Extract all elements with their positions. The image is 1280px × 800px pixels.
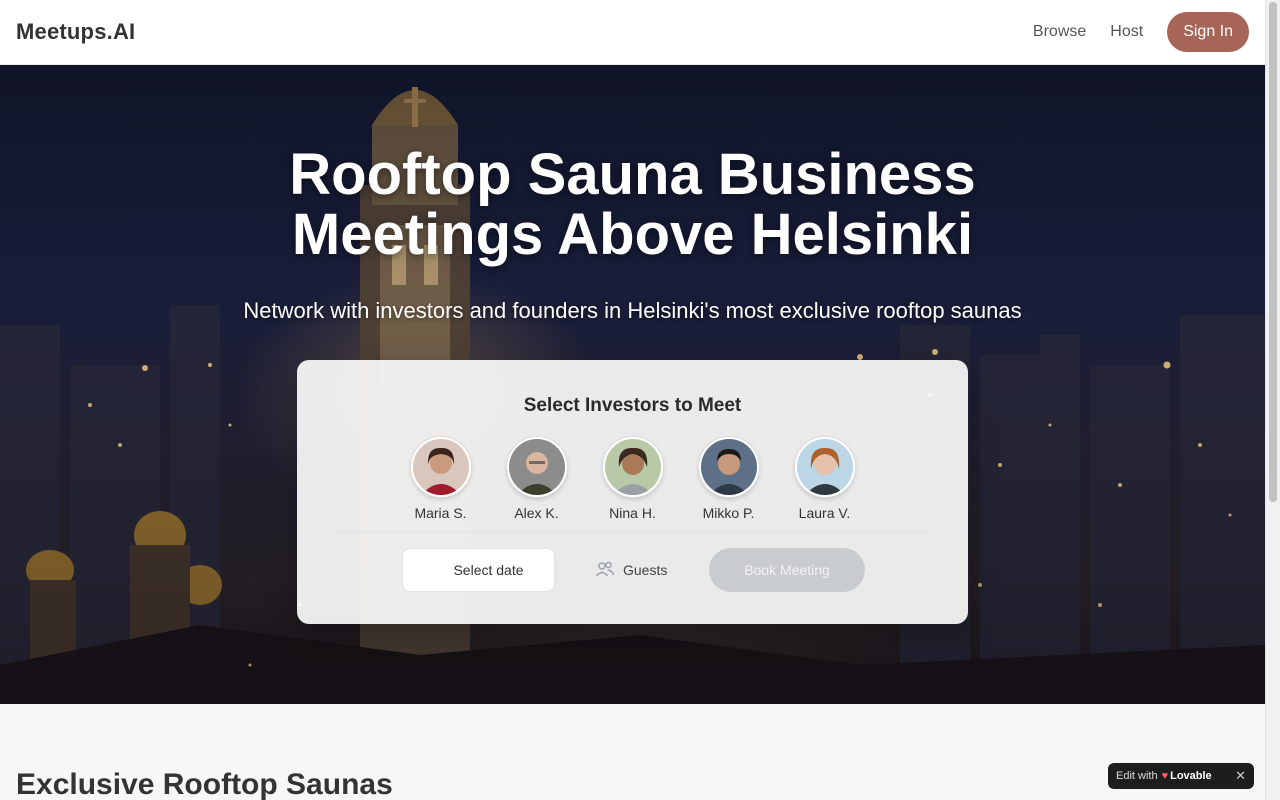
booking-card: Select Investors to Meet Maria S. Alex K… <box>297 360 968 624</box>
select-date-button[interactable]: Select date <box>402 548 555 592</box>
investor-name: Maria S. <box>414 505 467 521</box>
investor-name: Mikko P. <box>702 505 755 521</box>
investor-maria[interactable]: Maria S. <box>410 437 471 521</box>
users-icon <box>595 559 615 582</box>
top-header: Meetups.AI Browse Host Sign In <box>0 0 1265 65</box>
sign-in-button[interactable]: Sign In <box>1167 12 1249 52</box>
investor-name: Laura V. <box>798 505 851 521</box>
hero-title-line-2: Meetings Above Helsinki <box>291 202 974 267</box>
lovable-brand: ♥ Lovable <box>1162 770 1212 782</box>
avatar[interactable] <box>602 437 663 497</box>
hero-title-line-1: Rooftop Sauna Business <box>289 142 976 207</box>
investor-name: Alex K. <box>514 505 559 521</box>
main-nav: Browse Host Sign In <box>1033 12 1249 52</box>
guests-label: Guests <box>623 562 668 578</box>
heart-icon: ♥ <box>1161 770 1169 782</box>
guests-selector[interactable]: Guests <box>595 559 709 582</box>
avatar[interactable] <box>410 437 471 497</box>
investor-mikko[interactable]: Mikko P. <box>698 437 759 521</box>
hero-title: Rooftop Sauna Business Meetings Above He… <box>0 145 1265 265</box>
hero-subtitle: Network with investors and founders in H… <box>243 298 1022 323</box>
lovable-brand-label: Lovable <box>1170 770 1212 782</box>
investor-list: Maria S. Alex K. Nina H. Mikko P. Laura … <box>297 437 968 521</box>
avatar[interactable] <box>698 437 759 497</box>
investor-name: Nina H. <box>609 505 656 521</box>
section-title: Exclusive Rooftop Saunas <box>16 768 393 800</box>
card-divider <box>333 531 933 532</box>
lovable-badge[interactable]: Edit with ♥ Lovable ✕ <box>1108 763 1254 789</box>
booking-card-title: Select Investors to Meet <box>523 395 742 416</box>
edit-with-label: Edit with <box>1116 770 1158 782</box>
close-icon[interactable]: ✕ <box>1235 768 1246 784</box>
site-logo[interactable]: Meetups.AI <box>16 19 135 45</box>
page-scrollbar[interactable] <box>1265 0 1280 800</box>
scrollbar-thumb[interactable] <box>1269 2 1277 502</box>
book-meeting-button[interactable]: Book Meeting <box>709 548 865 592</box>
hero-section: Rooftop Sauna Business Meetings Above He… <box>0 65 1265 704</box>
investor-alex[interactable]: Alex K. <box>506 437 567 521</box>
booking-controls: Select date Guests Book Meeting <box>402 548 865 592</box>
avatar[interactable] <box>506 437 567 497</box>
investor-nina[interactable]: Nina H. <box>602 437 663 521</box>
avatar[interactable] <box>794 437 855 497</box>
nav-host-link[interactable]: Host <box>1110 23 1143 41</box>
investor-laura[interactable]: Laura V. <box>794 437 855 521</box>
nav-browse-link[interactable]: Browse <box>1033 23 1086 41</box>
